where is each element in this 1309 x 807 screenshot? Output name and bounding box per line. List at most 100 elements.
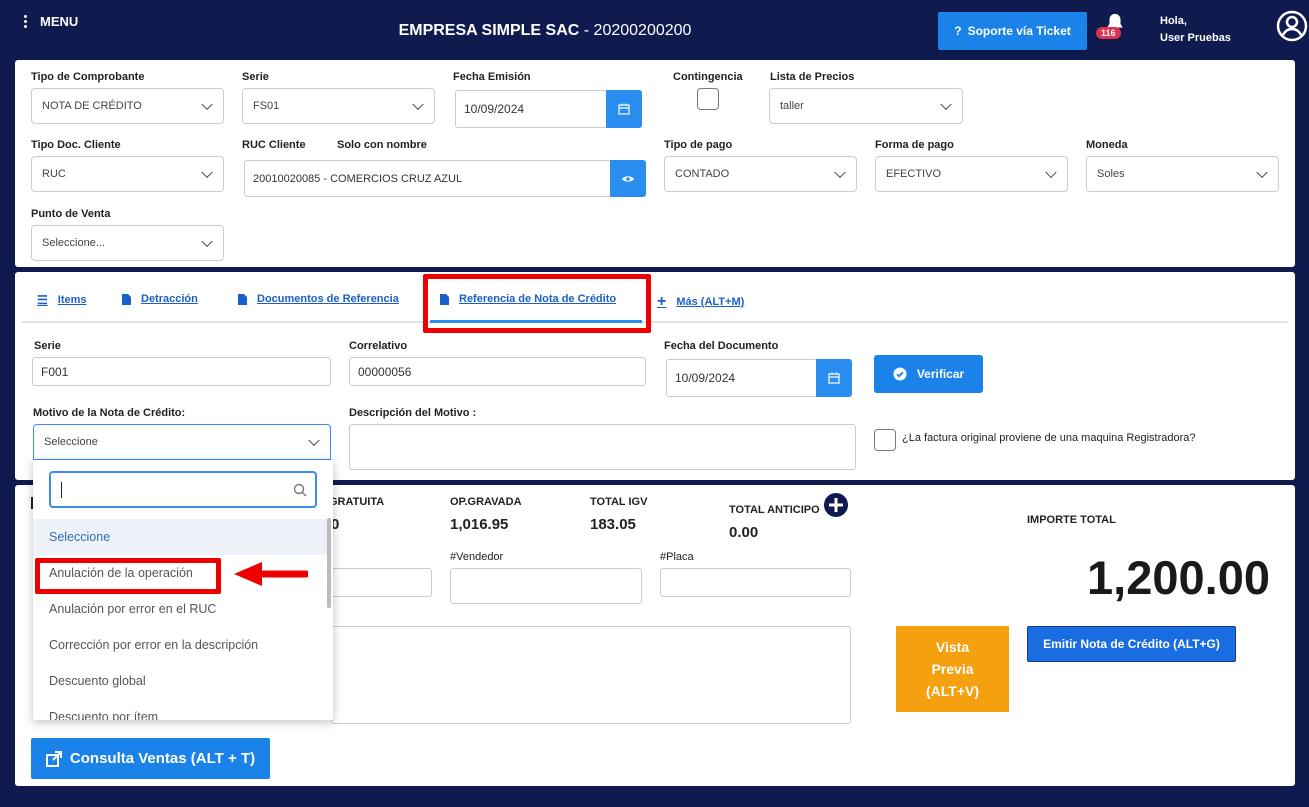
vista-previa-line3: (ALT+V) (925, 683, 979, 699)
dropdown-option-descuento-item[interactable]: Descuento por ítem (33, 699, 327, 720)
tipo-pago-value: CONTADO (675, 168, 730, 180)
tab-mas-label: Más (ALT+M) (676, 296, 745, 308)
gravada-value: 1,016.95 (450, 516, 509, 533)
view-client-button[interactable] (610, 160, 646, 197)
moneda-value: Soles (1097, 168, 1125, 180)
tipo-doc-cliente-select[interactable]: RUC (31, 156, 224, 192)
tab-detraccion[interactable]: Detracción (122, 293, 198, 305)
placa-input[interactable] (660, 568, 851, 597)
vendedor-label: #Vendedor (450, 551, 504, 563)
contingencia-checkbox[interactable] (697, 88, 719, 110)
emitir-nota-credito-button[interactable]: Emitir Nota de Crédito (ALT+G) (1027, 626, 1236, 662)
list-icon: ☰ (37, 293, 48, 307)
tipo-comprobante-select[interactable]: NOTA DE CRÉDITO (31, 88, 224, 124)
tipo-pago-select[interactable]: CONTADO (664, 156, 857, 192)
consulta-ventas-button[interactable]: Consulta Ventas (ALT + T) (31, 738, 270, 779)
vista-previa-line2: Previa (931, 661, 974, 677)
lista-precios-select[interactable]: taller (769, 88, 963, 124)
fecha-emision-value: 10/09/2024 (464, 102, 525, 116)
text-cursor (61, 482, 62, 498)
tabs-divider (22, 321, 1288, 323)
tipo-comprobante-label: Tipo de Comprobante (31, 71, 145, 83)
document-icon (122, 293, 131, 305)
chevron-down-icon (834, 166, 846, 179)
annotation-arrow-icon (234, 562, 308, 586)
question-icon: ? (954, 24, 962, 38)
fecha-documento-calendar-button[interactable] (816, 359, 852, 397)
punto-venta-select[interactable]: Seleccione... (31, 225, 224, 261)
moneda-label: Moneda (1086, 139, 1128, 151)
tab-documentos-referencia[interactable]: Documentos de Referencia (238, 293, 399, 305)
tipo-pago-label: Tipo de pago (664, 139, 733, 151)
contingencia-label: Contingencia (673, 71, 743, 83)
company-name: EMPRESA SIMPLE SAC (398, 22, 580, 39)
support-ticket-button[interactable]: ? Soporte vía Ticket (938, 12, 1087, 50)
chevron-down-icon (201, 98, 213, 111)
fecha-emision-input[interactable]: 10/09/2024 (455, 90, 607, 128)
serie-value: FS01 (253, 100, 280, 112)
forma-pago-label: Forma de pago (875, 139, 954, 151)
correlativo-input[interactable]: 00000056 (349, 357, 646, 386)
ruc-cliente-input[interactable]: 20010020085 - COMERCIOS CRUZ AZUL (244, 160, 612, 197)
notification-badge: 116 (1096, 27, 1121, 39)
dropdown-scrollbar[interactable] (327, 518, 331, 608)
verificar-label: Verificar (916, 367, 965, 381)
check-circle-icon (893, 367, 907, 381)
motivo-select[interactable]: Seleccione (33, 424, 331, 460)
annotation-highlight-tab (423, 274, 651, 333)
verificar-button[interactable]: Verificar (874, 355, 983, 393)
tab-items[interactable]: ☰ Items (37, 293, 87, 307)
descripcion-motivo-label: Descripción del Motivo : (349, 407, 477, 419)
anticipo-value: 0.00 (729, 524, 759, 541)
chevron-down-icon (940, 98, 952, 111)
dropdown-option-descuento-global[interactable]: Descuento global (33, 663, 327, 699)
dropdown-option-correccion-descripcion[interactable]: Corrección por error en la descripción (33, 627, 327, 663)
anticipo-label: TOTAL ANTICIPO (729, 504, 820, 516)
support-ticket-label: Soporte vía Ticket (967, 24, 1071, 38)
tipo-doc-cliente-value: RUC (42, 168, 66, 180)
fecha-documento-value: 10/09/2024 (675, 371, 736, 385)
solo-con-nombre-label: Solo con nombre (337, 139, 427, 151)
tipo-comprobante-value: NOTA DE CRÉDITO (42, 100, 142, 112)
add-anticipo-icon[interactable] (823, 492, 849, 518)
user-name: User Pruebas (1160, 32, 1231, 44)
search-icon (293, 483, 307, 497)
user-greeting: Hola, User Pruebas (1160, 13, 1231, 47)
fecha-emision-label: Fecha Emisión (453, 71, 531, 83)
moneda-select[interactable]: Soles (1086, 156, 1279, 192)
observaciones-textarea[interactable] (331, 626, 851, 724)
dropdown-option-anulacion-ruc[interactable]: Anulación por error en el RUC (33, 591, 327, 627)
gravada-label: OP.GRAVADA (450, 496, 522, 508)
ref-serie-input[interactable]: F001 (32, 357, 331, 386)
tab-mas[interactable]: + Más (ALT+M) (657, 293, 744, 311)
partial-input[interactable] (331, 568, 432, 597)
registradora-checkbox[interactable] (874, 429, 896, 451)
fecha-emision-calendar-button[interactable] (606, 90, 642, 128)
igv-value: 183.05 (590, 516, 636, 533)
chevron-down-icon (201, 166, 213, 179)
vista-previa-line1: Vista (935, 639, 970, 655)
chevron-down-icon (1045, 166, 1057, 179)
dropdown-option-seleccione[interactable]: Seleccione (33, 519, 327, 555)
ref-serie-value: F001 (41, 364, 69, 379)
annotation-highlight-option (35, 558, 221, 594)
vendedor-input[interactable] (450, 568, 642, 604)
company-ruc: - 20200200200 (579, 22, 692, 39)
user-avatar-icon[interactable] (1276, 10, 1308, 42)
fecha-documento-input[interactable]: 10/09/2024 (666, 359, 818, 397)
document-icon (238, 293, 247, 305)
punto-venta-placeholder: Seleccione... (42, 237, 105, 249)
vista-previa-button[interactable]: Vista Previa (ALT+V) (896, 626, 1009, 712)
lista-precios-value: taller (780, 100, 804, 112)
serie-select[interactable]: FS01 (242, 88, 435, 124)
importe-total-label: IMPORTE TOTAL (1027, 514, 1116, 526)
correlativo-label: Correlativo (349, 340, 408, 352)
tab-items-label: Items (57, 294, 87, 306)
company-title: EMPRESA SIMPLE SAC - 20200200200 (0, 22, 1090, 40)
serie-label: Serie (242, 71, 269, 83)
dropdown-search-input[interactable] (49, 471, 317, 508)
tab-documentos-referencia-label: Documentos de Referencia (257, 293, 399, 305)
forma-pago-select[interactable]: EFECTIVO (875, 156, 1068, 192)
importe-total-value: 1,200.00 (1087, 551, 1270, 604)
descripcion-motivo-textarea[interactable] (349, 424, 856, 470)
